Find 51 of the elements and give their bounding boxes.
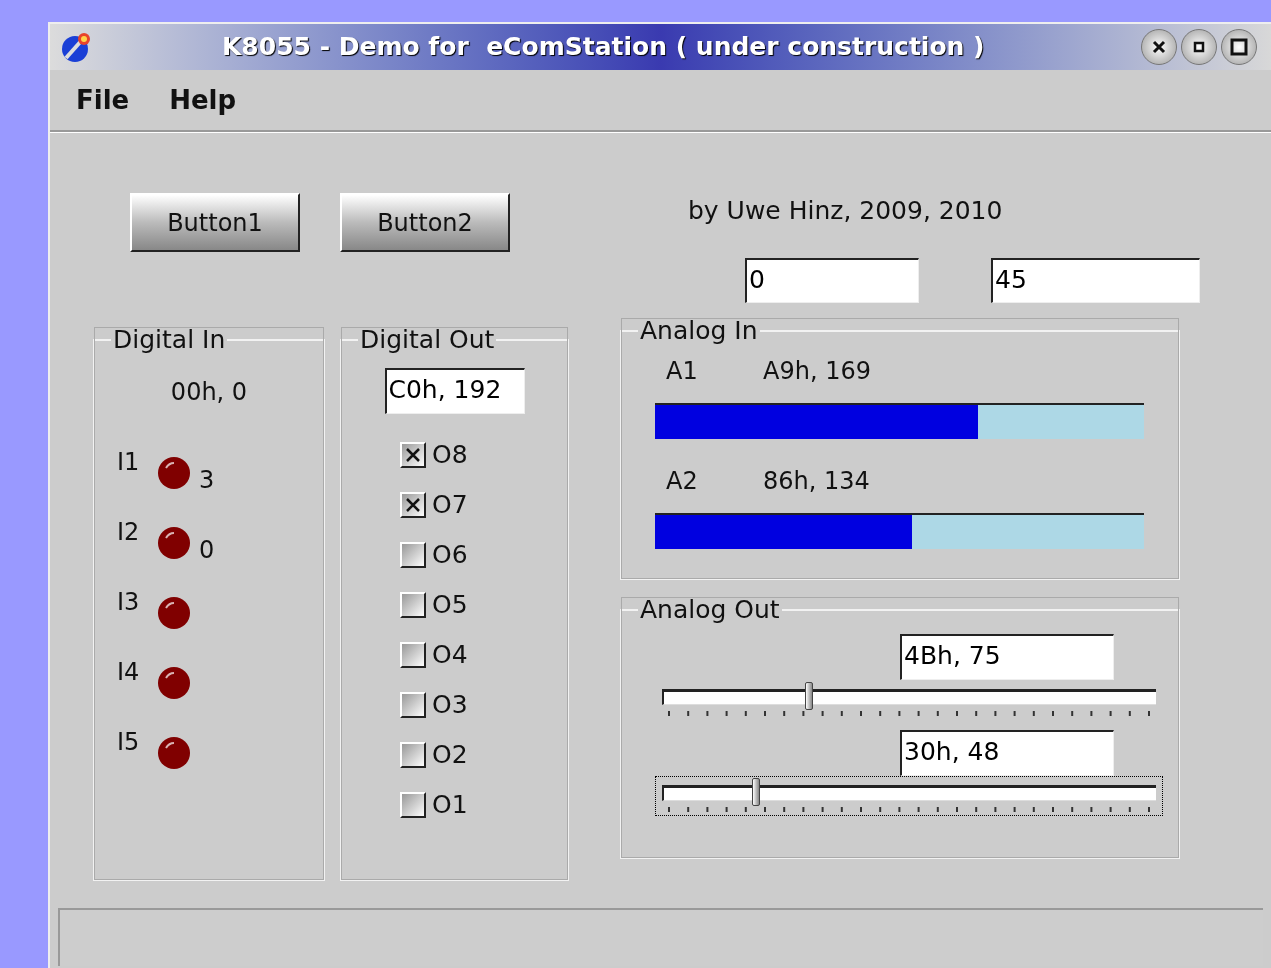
channel-label: A1 xyxy=(666,355,699,387)
minimize-button[interactable] xyxy=(1181,29,1217,65)
output-checkbox[interactable]: O7 xyxy=(400,490,567,520)
text-field[interactable]: 45 xyxy=(991,257,1200,303)
slider-thumb[interactable] xyxy=(804,681,813,710)
output-checkbox[interactable]: O3 xyxy=(400,690,567,720)
led-indicator xyxy=(157,596,191,630)
group-title: Analog In xyxy=(639,316,759,345)
channel-label: A2 xyxy=(666,465,699,497)
push-button[interactable]: Button1 xyxy=(130,193,300,252)
cross-icon xyxy=(405,497,421,513)
channel-reading: 86h, 134 xyxy=(763,465,870,497)
maximize-button[interactable] xyxy=(1221,29,1257,65)
channel-reading: A9h, 169 xyxy=(763,355,871,387)
output-checkbox[interactable]: O4 xyxy=(400,640,567,670)
input-label: I3 xyxy=(117,590,141,614)
text-field[interactable]: 30h, 48 xyxy=(900,729,1114,776)
group-title: Digital Out xyxy=(359,326,496,354)
input-label: I1 xyxy=(117,450,141,474)
led-indicator xyxy=(157,456,191,490)
minimize-icon xyxy=(1193,41,1205,53)
text-field[interactable]: 0 xyxy=(745,257,919,303)
input-count: 3 xyxy=(199,465,215,496)
output-checkbox[interactable]: O2 xyxy=(400,740,567,770)
menu-item[interactable]: Help xyxy=(169,80,237,120)
slider[interactable] xyxy=(655,775,1163,816)
input-label: I4 xyxy=(117,660,141,684)
input-label: I5 xyxy=(117,730,141,754)
slider-thumb[interactable] xyxy=(752,777,761,806)
maximize-icon xyxy=(1230,38,1248,56)
output-checkbox[interactable]: O6 xyxy=(400,540,567,570)
cross-icon xyxy=(405,447,421,463)
digital-in-value: 00h, 0 xyxy=(169,377,249,408)
close-icon xyxy=(1152,40,1166,54)
credit-text: by Uwe Hinz, 2009, 2010 xyxy=(688,195,1004,227)
group-title: Analog Out xyxy=(639,595,781,624)
input-count: 0 xyxy=(199,535,215,566)
group-title: Digital In xyxy=(112,326,227,354)
text-field[interactable]: 4Bh, 75 xyxy=(900,633,1114,680)
push-button[interactable]: Button2 xyxy=(340,193,510,252)
input-label: I2 xyxy=(117,520,141,544)
window-title: K8055 - Demo for eComStation ( under construction ) xyxy=(222,31,986,64)
output-checkbox[interactable]: O5 xyxy=(400,590,567,620)
led-indicator xyxy=(157,526,191,560)
output-checkbox[interactable]: O8 xyxy=(400,440,567,470)
menu-item[interactable]: File xyxy=(76,80,130,120)
led-indicator xyxy=(157,666,191,700)
led-indicator xyxy=(157,736,191,770)
text-field[interactable]: C0h, 192 xyxy=(384,368,525,414)
output-checkbox[interactable]: O1 xyxy=(400,790,567,820)
close-button[interactable] xyxy=(1141,29,1177,65)
